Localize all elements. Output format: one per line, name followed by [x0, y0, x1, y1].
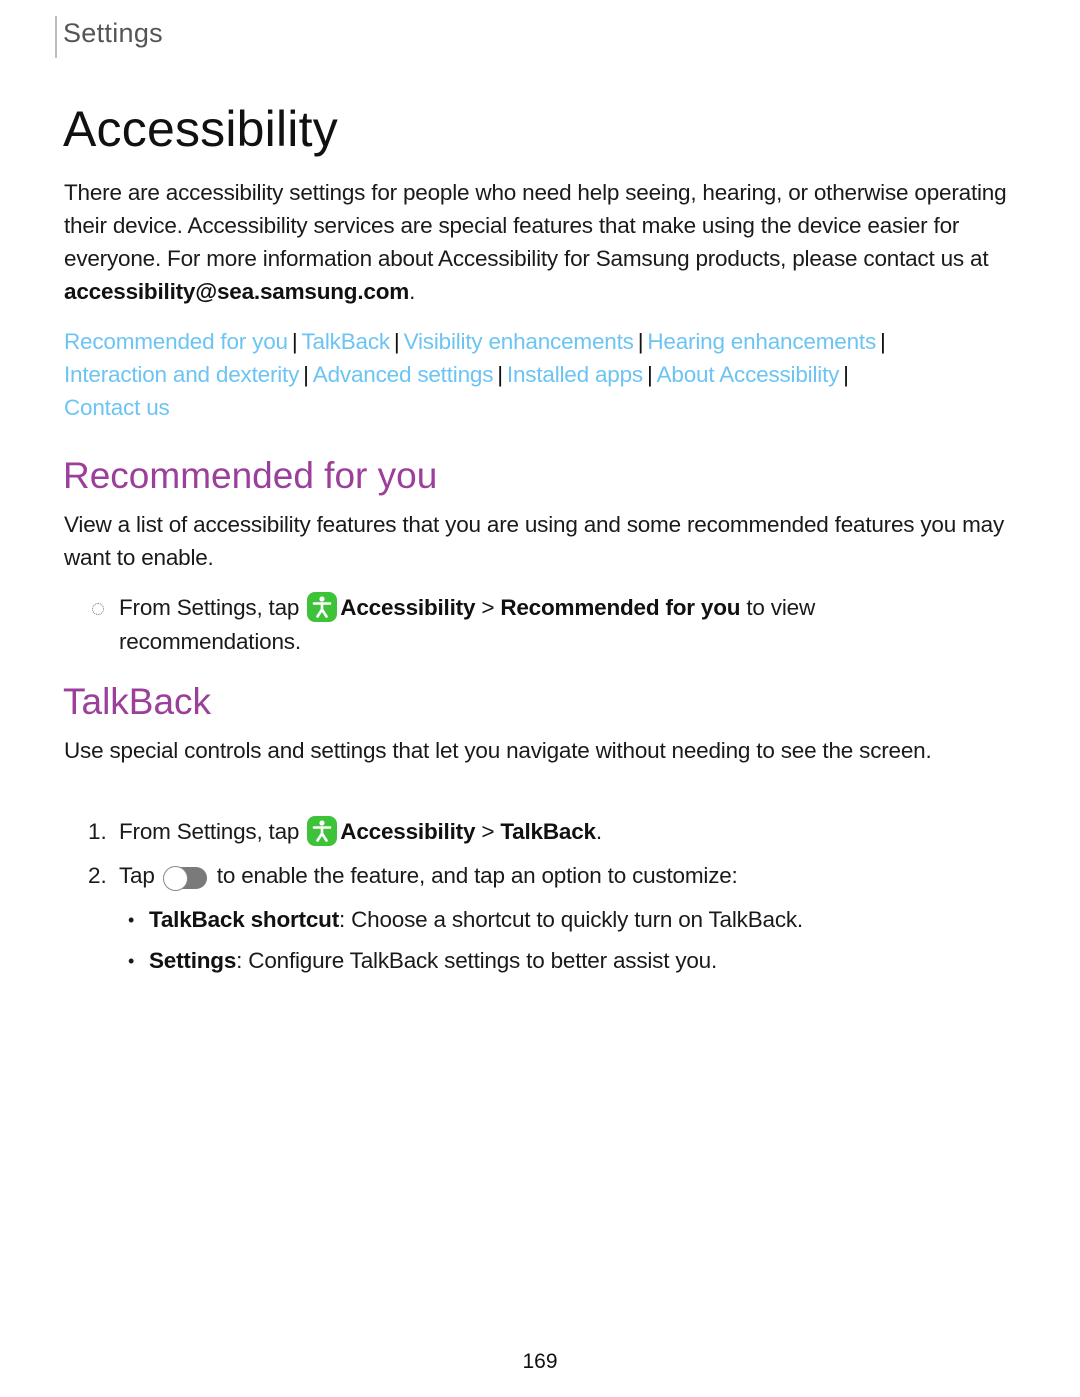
link-contact-us[interactable]: Contact us — [64, 395, 170, 420]
toggle-icon — [162, 866, 207, 891]
step-text: . — [595, 819, 602, 844]
link-hearing-enhancements[interactable]: Hearing enhancements — [647, 329, 876, 354]
link-separator: | — [880, 329, 886, 354]
option-label: TalkBack shortcut — [149, 907, 339, 932]
menu-accessibility: Accessibility — [340, 819, 476, 844]
step-number: 1. — [88, 819, 107, 844]
talkback-step-2: Tap to enable the feature, and tap an op… — [119, 859, 999, 893]
step-text: Tap — [119, 863, 161, 888]
menu-talkback: TalkBack — [500, 819, 596, 844]
menu-accessibility: Accessibility — [340, 595, 476, 620]
accessibility-icon — [307, 816, 338, 846]
path-arrow: > — [475, 819, 501, 844]
section-links: Recommended for you | TalkBack | Visibility … — [64, 325, 1014, 424]
link-advanced-settings[interactable]: Advanced settings — [313, 362, 494, 387]
accessibility-icon — [307, 592, 338, 622]
recommended-step: From Settings, tap Accessibility > Recom… — [119, 591, 999, 659]
intro-paragraph: There are accessibility settings for peo… — [64, 176, 1014, 308]
step-text: From Settings, tap — [119, 819, 306, 844]
header-divider — [55, 16, 57, 58]
page-number: 169 — [522, 1350, 558, 1373]
talkback-heading: TalkBack — [63, 681, 212, 722]
bullet-icon: • — [128, 910, 135, 930]
contact-email[interactable]: accessibility@sea.samsung.com — [64, 279, 409, 304]
path-arrow: > — [475, 595, 501, 620]
intro-end: . — [409, 279, 416, 304]
link-talkback[interactable]: TalkBack — [301, 329, 390, 354]
bullet-icon: • — [128, 951, 135, 971]
link-separator: | — [303, 362, 309, 387]
recommended-description: View a list of accessibility features th… — [64, 512, 1005, 570]
link-recommended-for-you[interactable]: Recommended for you — [64, 329, 288, 354]
step-number: 2. — [88, 863, 107, 888]
link-installed-apps[interactable]: Installed apps — [507, 362, 643, 387]
talkback-description: Use special controls and settings that l… — [64, 738, 932, 763]
page-title: Accessibility — [63, 101, 338, 157]
option-text: : Configure TalkBack settings to better … — [236, 948, 718, 973]
recommended-heading: Recommended for you — [63, 455, 438, 496]
step-bullet-icon — [92, 603, 104, 615]
intro-text: There are accessibility settings for peo… — [64, 180, 1007, 271]
link-separator: | — [646, 362, 653, 387]
link-about-accessibility[interactable]: About Accessibility — [657, 362, 840, 387]
talkback-step-1: From Settings, tap Accessibility > TalkB… — [119, 815, 999, 849]
link-separator: | — [291, 329, 298, 354]
link-separator: | — [393, 329, 400, 354]
section-label: Settings — [63, 18, 163, 48]
menu-recommended-for-you: Recommended for you — [500, 595, 741, 620]
link-separator: | — [637, 329, 644, 354]
option-talkback-shortcut: TalkBack shortcut: Choose a shortcut to … — [149, 903, 1009, 937]
option-settings: Settings: Configure TalkBack settings to… — [149, 944, 1009, 978]
option-label: Settings — [149, 948, 237, 973]
option-text: : Choose a shortcut to quickly turn on T… — [339, 907, 803, 932]
step-text: From Settings, tap — [119, 595, 306, 620]
link-interaction-and-dexterity[interactable]: Interaction and dexterity — [64, 362, 299, 387]
link-separator: | — [843, 362, 849, 387]
link-visibility-enhancements[interactable]: Visibility enhancements — [404, 329, 634, 354]
link-separator: | — [497, 362, 503, 387]
step-text: to enable the feature, and tap an option… — [210, 863, 738, 888]
